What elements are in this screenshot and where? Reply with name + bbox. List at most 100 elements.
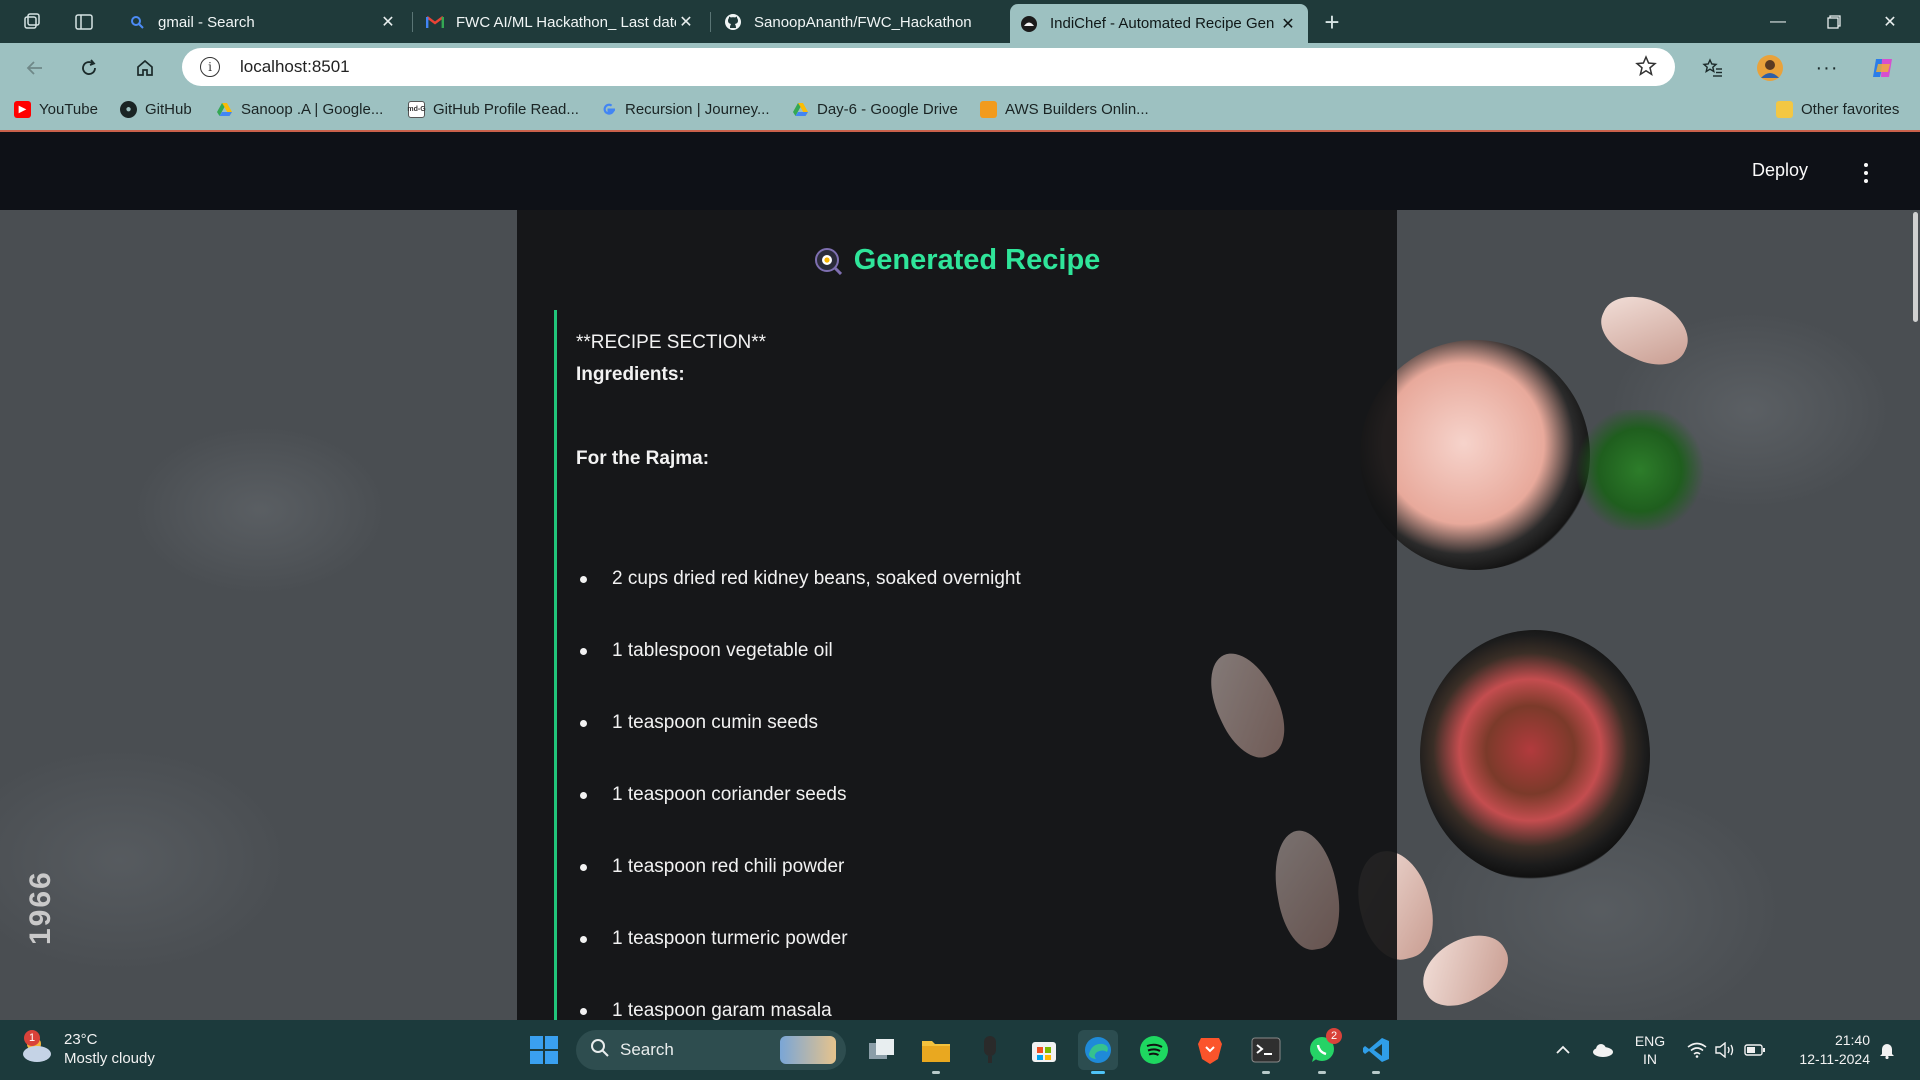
ingredient-text: 1 teaspoon cumin seeds (612, 712, 818, 733)
weather-widget[interactable]: 1 23°C Mostly cloudy (20, 1030, 155, 1068)
tab-title: FWC AI/ML Hackathon_ Last date (456, 13, 676, 31)
language-indicator[interactable]: ENG IN (1628, 1020, 1672, 1080)
favorite-star-icon[interactable] (1635, 55, 1657, 82)
windows-taskbar: 1 23°C Mostly cloudy Search 2 ENG IN 21:… (0, 1020, 1920, 1080)
edge-browser-icon[interactable] (1078, 1030, 1118, 1074)
deploy-button[interactable]: Deploy (1752, 160, 1808, 181)
back-icon[interactable] (20, 53, 50, 83)
vscode-icon[interactable] (1356, 1030, 1396, 1074)
cloud-icon: 1 (20, 1030, 54, 1066)
workspaces-icon[interactable] (18, 8, 46, 36)
bookmark-label: YouTube (39, 101, 98, 118)
close-tab-icon[interactable]: ✕ (676, 12, 696, 32)
bookmark-youtube[interactable]: ▶ YouTube (14, 101, 98, 118)
spotify-icon[interactable] (1134, 1030, 1174, 1070)
ingredient-text: 1 teaspoon garam masala (612, 1000, 832, 1020)
bullet (580, 719, 587, 727)
chevron-up-icon[interactable] (1548, 1020, 1578, 1080)
active-indicator (1091, 1071, 1105, 1074)
bookmark-label: Other favorites (1801, 101, 1900, 118)
bullet (580, 647, 587, 655)
search-icon (590, 1038, 610, 1063)
bookmarks-bar: ▶ YouTube ● GitHub Sanoop .A | Google...… (0, 91, 1920, 132)
volume-icon[interactable] (1712, 1020, 1738, 1080)
main-content: Generated Recipe **RECIPE SECTION** Ingr… (517, 210, 1397, 1020)
list-item: 1 tablespoon vegetable oil (576, 640, 833, 662)
bookmark-recursion[interactable]: Recursion | Journey... (600, 101, 770, 118)
minimize-icon[interactable]: — (1750, 0, 1806, 43)
restore-icon[interactable] (1806, 0, 1862, 43)
wifi-icon[interactable] (1684, 1020, 1710, 1080)
page-scrollbar[interactable] (1913, 212, 1918, 322)
file-explorer-icon[interactable] (916, 1030, 956, 1074)
taskbar-search[interactable]: Search (576, 1030, 846, 1070)
tab-actions-icon[interactable] (70, 8, 98, 36)
bookmark-aws[interactable]: AWS Builders Onlin... (980, 101, 1149, 118)
reload-icon[interactable] (74, 53, 104, 83)
bookmark-sanoop-drive[interactable]: Sanoop .A | Google... (216, 101, 383, 118)
list-item: 1 teaspoon turmeric powder (576, 928, 848, 950)
notification-bell-icon[interactable] (1874, 1020, 1900, 1080)
tab-gmail-search[interactable]: gmail - Search ✕ (118, 4, 408, 40)
rajma-subheading: For the Rajma: (576, 448, 710, 469)
favorites-icon[interactable] (1698, 53, 1728, 83)
tab-divider (710, 12, 711, 32)
microsoft-store-icon[interactable] (1024, 1030, 1064, 1070)
url-text: localhost:8501 (240, 57, 350, 76)
ingredient-text: 2 cups dried red kidney beans, soaked ov… (612, 568, 1021, 589)
close-tab-icon[interactable]: ✕ (1278, 14, 1298, 34)
clock[interactable]: 21:40 12-11-2024 (1780, 1020, 1870, 1080)
bullet (580, 791, 587, 799)
brave-browser-icon[interactable] (1190, 1030, 1230, 1070)
bookmark-label: AWS Builders Onlin... (1005, 101, 1149, 118)
tab-hackathon-mail[interactable]: FWC AI/ML Hackathon_ Last date ✕ (416, 4, 706, 40)
task-view-icon[interactable] (862, 1030, 902, 1070)
list-item: 2 cups dried red kidney beans, soaked ov… (576, 568, 1021, 590)
bookmark-github-profile[interactable]: md-G GitHub Profile Read... (407, 101, 579, 118)
parsley-leaf (1570, 410, 1710, 530)
google-drive-icon (792, 101, 809, 118)
more-options-icon[interactable]: ··· (1812, 53, 1842, 83)
bookmark-day6-drive[interactable]: Day-6 - Google Drive (792, 101, 958, 118)
close-window-icon[interactable]: ✕ (1862, 0, 1918, 43)
tab-github-repo[interactable]: SanoopAnanth/FWC_Hackathon (714, 4, 1004, 40)
cooking-pan-icon (814, 247, 842, 275)
app-header: Deploy (0, 134, 1920, 210)
tab-title: gmail - Search (158, 13, 255, 31)
tab-divider (412, 12, 413, 32)
browser-tab-bar: gmail - Search ✕ FWC AI/ML Hackathon_ La… (0, 0, 1920, 43)
bullet (580, 935, 587, 943)
onedrive-cloud-icon[interactable] (1588, 1020, 1618, 1080)
home-icon[interactable] (130, 53, 160, 83)
profile-avatar[interactable] (1755, 53, 1785, 83)
weather-badge: 1 (24, 1030, 40, 1046)
peppercorn-bowl (1420, 630, 1650, 880)
bullet (580, 575, 587, 583)
list-item: 1 teaspoon garam masala (576, 1000, 832, 1020)
bookmark-other-favorites[interactable]: Other favorites (1776, 101, 1899, 118)
windows-start-icon[interactable] (524, 1030, 564, 1070)
tab-title: IndiChef - Automated Recipe Gen (1050, 15, 1275, 32)
ingredient-text: 1 tablespoon vegetable oil (612, 640, 833, 661)
copilot-icon[interactable] (1868, 53, 1898, 83)
site-info-icon[interactable]: i (200, 57, 220, 77)
running-indicator (932, 1071, 940, 1074)
github-icon (724, 13, 742, 31)
new-tab-icon[interactable]: + (1318, 7, 1346, 37)
running-indicator (1318, 1071, 1326, 1074)
main-menu-icon[interactable] (1856, 158, 1876, 188)
battery-icon[interactable] (1740, 1020, 1770, 1080)
bookmark-github[interactable]: ● GitHub (120, 101, 192, 118)
terminal-icon[interactable] (1246, 1030, 1286, 1074)
folder-icon (1776, 101, 1793, 118)
bookmark-label: GitHub (145, 101, 192, 118)
weather-condition: Mostly cloudy (64, 1050, 155, 1067)
close-tab-icon[interactable]: ✕ (378, 12, 398, 32)
running-indicator (1372, 1071, 1380, 1074)
microphone-app-icon[interactable] (970, 1030, 1010, 1070)
tab-indichef-active[interactable]: IndiChef - Automated Recipe Gen ✕ (1010, 4, 1308, 43)
url-bar[interactable]: i localhost:8501 (182, 48, 1675, 86)
whatsapp-icon[interactable]: 2 (1302, 1028, 1342, 1074)
aws-icon (980, 101, 997, 118)
search-icon (128, 13, 146, 31)
